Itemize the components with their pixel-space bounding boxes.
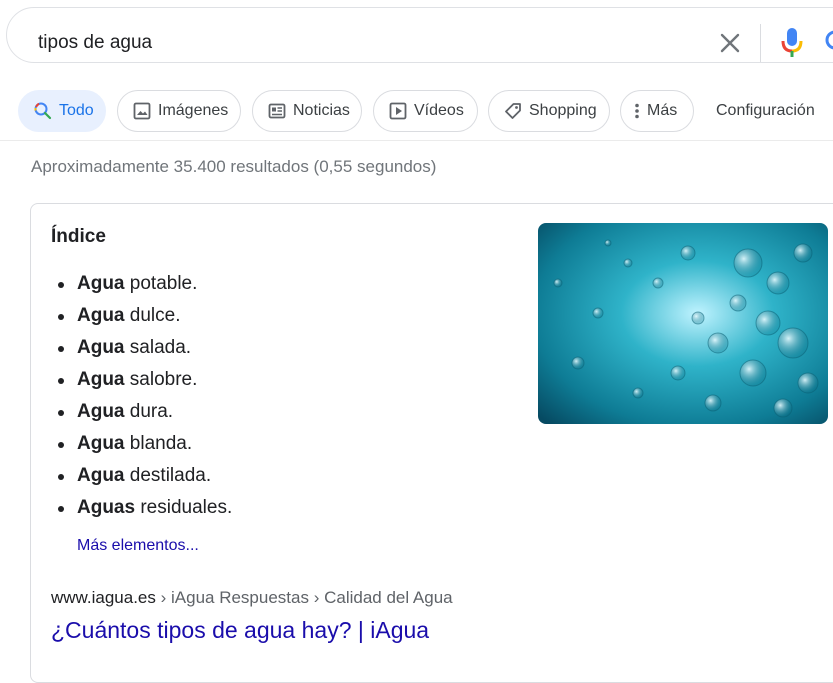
result-breadcrumb: › iAgua Respuestas › Calidad del Agua [155,588,453,607]
search-icon [825,30,833,50]
voice-search-button[interactable] [777,26,807,60]
list-item: Agua potable. [51,268,232,300]
microphone-icon [781,28,803,57]
tab-mas[interactable]: Más [620,90,694,132]
tab-label: Vídeos [414,102,464,119]
list-item: Agua salobre. [51,364,232,396]
search-bar[interactable]: tipos de agua [6,7,833,63]
search-tabs: Todo Imágenes Noticias Vídeos Shopping M… [0,90,833,134]
snippet-thumbnail[interactable] [538,223,828,424]
snippet-list: Agua potable. Agua dulce. Agua salada. A… [51,268,232,524]
list-item: Agua dura. [51,396,232,428]
tab-label: Más [647,102,678,119]
video-icon [388,101,408,121]
search-bar-divider [760,24,761,62]
list-item: Aguas residuales. [51,492,232,524]
tab-label: Todo [59,102,94,119]
more-items-link[interactable]: Más elementos... [77,537,199,555]
tab-noticias[interactable]: Noticias [252,90,362,132]
list-item: Agua destilada. [51,460,232,492]
clear-search-button[interactable] [715,28,745,58]
search-button[interactable] [821,26,833,60]
result-stats: Aproximadamente 35.400 resultados (0,55 … [31,157,437,176]
tab-label: Imágenes [158,102,229,119]
image-icon [132,101,152,121]
tab-label: Noticias [293,102,350,119]
list-item: Agua dulce. [51,300,232,332]
snippet-title: Índice [51,226,106,247]
search-icon [33,101,53,121]
result-source[interactable]: www.iagua.es › iAgua Respuestas › Calida… [51,588,453,608]
tab-label: Shopping [529,102,597,119]
tab-shopping[interactable]: Shopping [488,90,610,132]
water-bubbles-image [538,223,828,424]
search-query[interactable]: tipos de agua [38,32,152,54]
close-icon [720,33,740,53]
tag-icon [503,101,523,121]
result-title-link[interactable]: ¿Cuántos tipos de agua hay? | iAgua [51,617,429,644]
tab-imagenes[interactable]: Imágenes [117,90,241,132]
tab-videos[interactable]: Vídeos [373,90,478,132]
list-item: Agua blanda. [51,428,232,460]
settings-link[interactable]: Configuración [716,102,815,120]
tab-todo[interactable]: Todo [18,90,106,132]
news-icon [267,101,287,121]
featured-snippet: Índice Agua potable. Agua dulce. Agua sa… [30,203,833,683]
list-item: Agua salada. [51,332,232,364]
tabs-divider [0,140,833,141]
more-vert-icon [633,101,641,121]
result-domain: www.iagua.es [51,588,156,607]
